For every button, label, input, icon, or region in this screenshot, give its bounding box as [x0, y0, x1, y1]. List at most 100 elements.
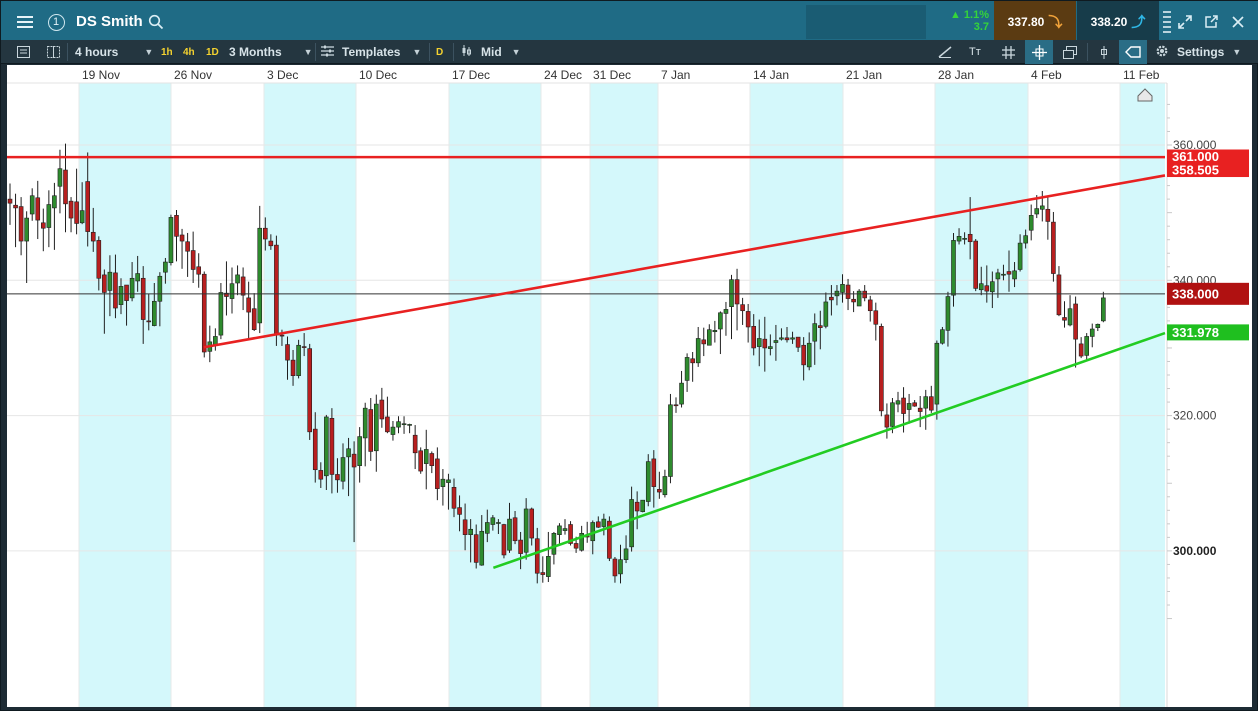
crosshair-icon[interactable] — [997, 40, 1019, 64]
candle — [13, 193, 18, 248]
support-end-label: 331.978 — [1167, 324, 1249, 341]
candle-body — [57, 168, 63, 187]
candle-body — [762, 338, 768, 349]
candle-body — [240, 276, 246, 296]
candle-body — [107, 271, 113, 291]
layers-icon[interactable] — [1059, 40, 1081, 64]
candle-body — [923, 396, 929, 409]
x-tick-label: 11 Feb — [1123, 68, 1160, 82]
candle — [423, 429, 429, 490]
expand-icon[interactable] — [1175, 1, 1195, 43]
quick-interval-1h[interactable]: 1h — [161, 40, 173, 64]
week-bands — [79, 65, 1165, 707]
candle-body — [318, 470, 324, 480]
candle — [440, 469, 446, 506]
candle-body — [262, 227, 268, 240]
move-tool-icon[interactable] — [1025, 40, 1053, 64]
chart-canvas[interactable]: 19 Nov 26 Nov 3 Dec 10 Dec 17 Dec 24 Dec 31 De… — [7, 65, 1252, 707]
candle-body — [468, 528, 473, 535]
candle — [396, 416, 401, 434]
candle-body — [96, 240, 102, 279]
candle-body — [845, 284, 851, 299]
candle-body — [373, 403, 379, 452]
candle — [24, 211, 29, 284]
candle-body — [484, 522, 490, 534]
candle-body — [63, 169, 68, 205]
candle-body — [984, 285, 990, 292]
candle — [57, 149, 63, 214]
candle — [1051, 211, 1056, 282]
candle — [435, 447, 440, 501]
buy-arrow-icon: ⤴ — [1131, 14, 1146, 30]
candle — [190, 231, 196, 284]
candle-body — [368, 409, 374, 452]
candle-body — [1062, 317, 1067, 321]
candle — [1084, 333, 1089, 361]
candle — [562, 519, 568, 535]
indicator-icon[interactable] — [1093, 40, 1115, 64]
display-mode-d[interactable]: D — [436, 40, 443, 64]
candle-body — [1023, 235, 1028, 244]
candle — [362, 402, 368, 467]
candle-body — [407, 424, 412, 426]
drag-handle-icon[interactable] — [1161, 1, 1173, 43]
buy-button[interactable]: 338.20 ⤴ — [1077, 1, 1159, 43]
candle-body — [823, 301, 829, 327]
price-tag-icon[interactable] — [1119, 40, 1147, 64]
change-up-icon: ▲ — [949, 9, 964, 21]
candle — [557, 523, 562, 544]
candle-body — [1084, 336, 1089, 356]
candle — [224, 261, 229, 316]
info-icon[interactable]: 1 — [45, 1, 67, 43]
resistance-end-label-text: 358.505 — [1172, 163, 1219, 178]
candle-body — [429, 453, 435, 466]
instrument-name[interactable]: DS Smith — [76, 13, 143, 30]
draw-line-icon[interactable] — [933, 40, 957, 64]
price-type-select[interactable]: Mid ▼ — [461, 40, 521, 64]
menu-icon[interactable] — [9, 1, 41, 43]
quick-interval-4h[interactable]: 4h — [183, 40, 195, 64]
candle-body — [396, 421, 401, 428]
candle-body — [435, 458, 440, 489]
search-icon[interactable] — [147, 1, 165, 43]
price-chart[interactable]: 19 Nov 26 Nov 3 Dec 10 Dec 17 Dec 24 Dec 31 De… — [7, 65, 1252, 707]
range-select[interactable]: 3 Months ▼ — [229, 40, 313, 64]
candle-body — [412, 434, 418, 454]
quick-interval-1d[interactable]: 1D — [206, 40, 219, 64]
candle-body — [446, 479, 451, 483]
popout-icon[interactable] — [1201, 1, 1221, 43]
candle-body — [640, 499, 646, 512]
candle — [973, 239, 979, 292]
candle-body — [135, 273, 140, 282]
candle — [718, 311, 723, 355]
candle — [201, 271, 207, 358]
candle — [196, 253, 201, 288]
candle-body — [973, 240, 979, 289]
candle — [645, 454, 651, 507]
layout-grid-icon[interactable] — [43, 40, 63, 64]
current-price-label-text: 338.000 — [1172, 286, 1219, 301]
chevron-down-icon: ▼ — [1232, 47, 1242, 57]
price-type-value: Mid — [481, 45, 502, 59]
candle — [867, 295, 873, 322]
candle-body — [851, 298, 856, 303]
chevron-down-icon: ▼ — [511, 47, 521, 57]
candle-body — [190, 250, 196, 270]
candle — [179, 228, 185, 269]
change-absolute: 3.7 — [973, 21, 989, 33]
text-tool-button[interactable]: Tт — [969, 40, 981, 64]
candle — [418, 447, 424, 474]
candle-body — [662, 476, 668, 496]
candle-body — [35, 197, 41, 221]
interval-select[interactable]: 4 hours ▼ — [75, 40, 153, 64]
candle-body — [801, 344, 806, 366]
sell-button[interactable]: 337.80 ⤵ — [994, 1, 1076, 43]
candle-body — [523, 508, 529, 553]
candle — [307, 343, 313, 440]
templates-menu[interactable]: Templates ▼ — [321, 40, 421, 64]
candle-body — [196, 266, 201, 275]
candle — [1073, 296, 1078, 368]
settings-button[interactable]: Settings ▼ — [1155, 40, 1241, 64]
close-icon[interactable] — [1227, 1, 1249, 43]
chart-list-icon[interactable] — [13, 40, 33, 64]
